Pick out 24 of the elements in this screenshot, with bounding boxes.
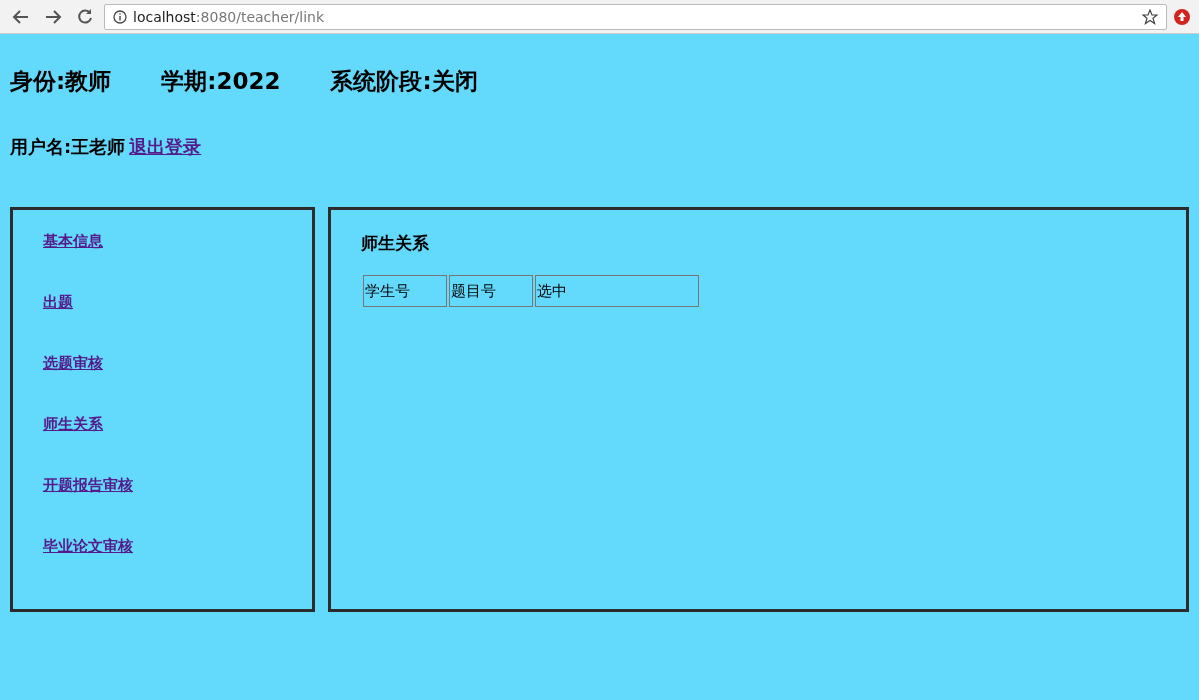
address-bar[interactable]: localhost:8080/teacher/link xyxy=(104,3,1167,30)
info-icon xyxy=(113,9,127,24)
table-header: 学生号 xyxy=(363,275,447,307)
header-info: 学期:2022 xyxy=(161,67,281,96)
sidebar-link[interactable]: 师生关系 xyxy=(43,415,103,434)
header-info: 系统阶段:关闭 xyxy=(330,67,478,96)
extension-icon[interactable] xyxy=(1173,7,1191,26)
forward-arrow-icon[interactable] xyxy=(44,7,62,26)
section-title: 师生关系 xyxy=(361,232,429,255)
sidebar-link[interactable]: 开题报告审核 xyxy=(43,476,133,495)
logout-link[interactable]: 退出登录 xyxy=(129,135,202,159)
table-header: 题目号 xyxy=(449,275,533,307)
header-info: 身份:教师 xyxy=(10,67,112,96)
sidebar-link[interactable]: 选题审核 xyxy=(43,354,103,373)
url-path: :8080/teacher/link xyxy=(195,8,324,25)
back-arrow-icon[interactable] xyxy=(12,7,30,26)
star-icon[interactable] xyxy=(1142,8,1158,25)
sidebar-link[interactable]: 基本信息 xyxy=(43,232,103,251)
sidebar-link[interactable]: 毕业论文审核 xyxy=(43,537,133,556)
url-host: localhost xyxy=(133,8,196,25)
sidebar-link[interactable]: 出题 xyxy=(43,293,73,312)
reload-icon[interactable] xyxy=(76,7,94,26)
table-header: 选中 xyxy=(535,275,699,307)
username-label: 用户名:王老师 xyxy=(10,135,126,159)
